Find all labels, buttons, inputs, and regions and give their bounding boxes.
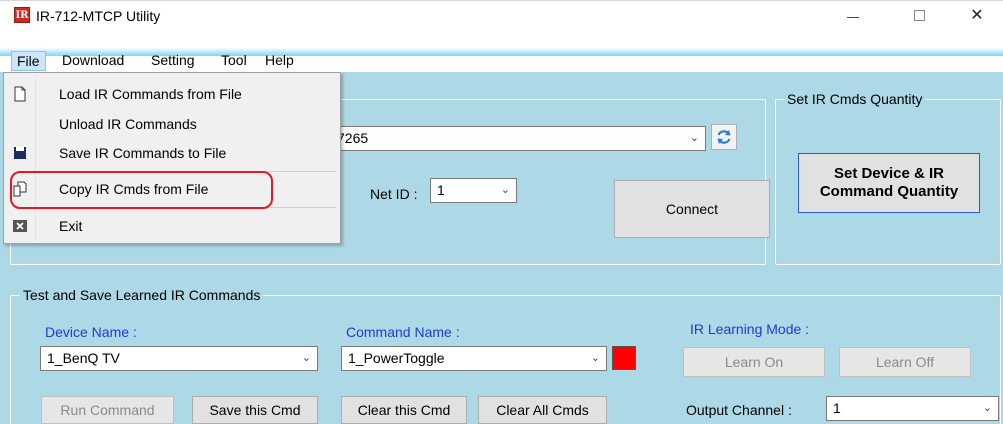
port-value: 7265 [337,130,369,146]
port-combo[interactable]: 7265 ⌄ [330,126,706,151]
status-indicator [612,346,636,370]
net-id-label: Net ID : [370,186,418,202]
close-button[interactable]: ✕ [954,5,1000,29]
refresh-icon [717,130,731,144]
menu-item-exit[interactable]: Exit [4,211,340,241]
close-icon: ✕ [970,7,984,24]
exit-x-icon [13,220,27,232]
set-quantity-button[interactable]: Set Device & IR Command Quantity [798,153,980,213]
title-bar: IR IR-712-MTCP Utility ✕ [0,0,1003,28]
chevron-down-icon: ⌄ [500,184,510,196]
file-menu-dropdown: Load IR Commands from File Unload IR Com… [3,72,341,244]
command-name-combo[interactable]: 1_PowerToggle ⌄ [341,346,607,371]
menu-file[interactable]: File [11,51,46,71]
clear-all-button[interactable]: Clear All Cmds [478,396,607,424]
minimize-button[interactable] [830,5,876,29]
minimize-icon [847,17,859,19]
window-title: IR-712-MTCP Utility [36,8,161,24]
chevron-down-icon: ⌄ [590,352,600,364]
menu-item-label: Load IR Commands from File [59,86,242,102]
save-disk-icon [14,147,26,159]
net-id-combo[interactable]: 1 ⌄ [430,178,517,203]
learn-on-button[interactable]: Learn On [683,347,825,377]
menu-setting[interactable]: Setting [146,51,200,71]
learning-mode-label: IR Learning Mode : [690,321,810,337]
menu-tool[interactable]: Tool [216,51,252,71]
net-id-value: 1 [437,182,445,198]
output-channel-label: Output Channel : [686,402,792,418]
device-name-label: Device Name : [45,324,137,340]
refresh-button[interactable] [711,124,737,150]
chevron-down-icon: ⌄ [689,132,699,144]
quantity-legend: Set IR Cmds Quantity [784,91,926,107]
highlight-annotation [10,171,273,209]
open-file-icon [14,86,26,102]
run-command-button[interactable]: Run Command [41,396,174,424]
menu-item-label: Save IR Commands to File [59,145,227,161]
menu-download[interactable]: Download [57,51,129,71]
save-cmd-button[interactable]: Save this Cmd [192,396,318,424]
menu-item-save[interactable]: Save IR Commands to File [4,138,340,168]
menu-item-load[interactable]: Load IR Commands from File [4,79,340,109]
menu-item-label: Unload IR Commands [59,116,197,132]
output-channel-combo[interactable]: 1 ⌄ [826,396,999,421]
chevron-down-icon: ⌄ [301,352,311,364]
clear-cmd-button[interactable]: Clear this Cmd [341,396,467,424]
command-name-value: 1_PowerToggle [348,350,445,366]
menu-item-unload[interactable]: Unload IR Commands [4,109,340,139]
command-name-label: Command Name : [346,324,460,340]
learn-off-button[interactable]: Learn Off [839,347,971,377]
app-logo-icon: IR [14,7,30,23]
learned-legend: Test and Save Learned IR Commands [20,287,264,303]
maximize-icon [913,10,925,22]
device-name-value: 1_BenQ TV [47,350,120,366]
output-channel-value: 1 [833,400,841,416]
maximize-button[interactable] [896,5,942,29]
menu-item-label: Exit [59,218,83,234]
menu-help[interactable]: Help [260,51,299,71]
connect-button[interactable]: Connect [614,180,770,238]
device-name-combo[interactable]: 1_BenQ TV ⌄ [40,346,318,371]
chevron-down-icon: ⌄ [982,402,992,414]
